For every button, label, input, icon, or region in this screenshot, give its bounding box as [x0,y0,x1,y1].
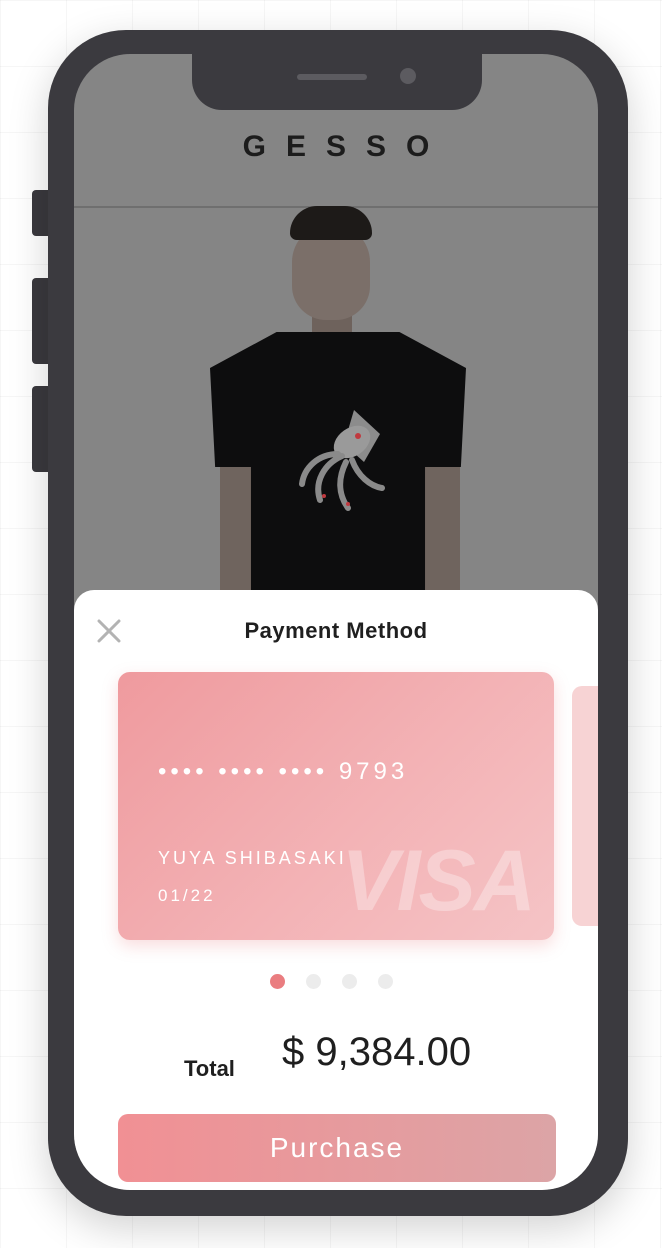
product-photo [74,54,598,632]
purchase-button[interactable]: Purchase [118,1114,556,1182]
card-pagination [270,974,393,989]
next-card-preview[interactable] [572,686,598,926]
payment-sheet: Payment Method VISA •••• •••• •••• 9793 … [74,590,598,1190]
sheet-title: Payment Method [244,618,428,643]
card-holder-name: YUYA SHIBASAKI [158,848,347,868]
pagination-dot[interactable] [306,974,321,989]
speaker-grille [297,74,367,80]
squid-graphic-icon [299,410,385,511]
pagination-dot[interactable] [270,974,285,989]
phone-frame: GESSO Payment Method VISA •••• •••• ••••… [48,30,628,1216]
camera-icon [400,68,416,84]
credit-card[interactable]: VISA •••• •••• •••• 9793 YUYA SHIBASAKI … [118,672,554,940]
pagination-dot[interactable] [378,974,393,989]
card-number: •••• •••• •••• 9793 [158,758,409,785]
total-label: Total [184,1056,235,1081]
phone-screen: GESSO Payment Method VISA •••• •••• ••••… [74,54,598,1190]
total-amount: $ 9,384.00 [282,1030,472,1074]
model-hair [290,206,372,240]
card-network-logo: VISA [341,833,536,929]
phone-notch [192,54,482,110]
pagination-dot[interactable] [342,974,357,989]
card-expiry: 01/22 [158,886,216,905]
